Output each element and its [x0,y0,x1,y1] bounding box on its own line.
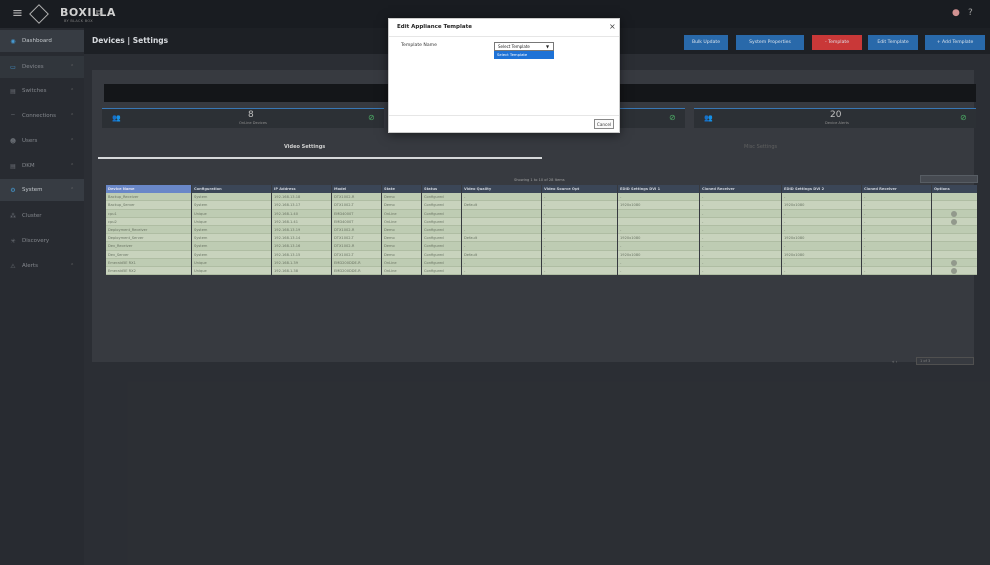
template-select[interactable]: Select Template ▼ [494,42,554,51]
template-option[interactable]: Select Template [494,51,554,59]
template-name-label: Template Name [401,43,437,48]
cancel-button[interactable]: Cancel [594,119,614,129]
caret-down-icon: ▼ [546,44,550,49]
edit-template-dialog: Edit Appliance Template × Template Name … [388,18,620,133]
close-icon[interactable]: × [609,22,616,31]
dialog-title: Edit Appliance Template [397,24,472,30]
divider [389,115,619,116]
divider [389,36,619,37]
